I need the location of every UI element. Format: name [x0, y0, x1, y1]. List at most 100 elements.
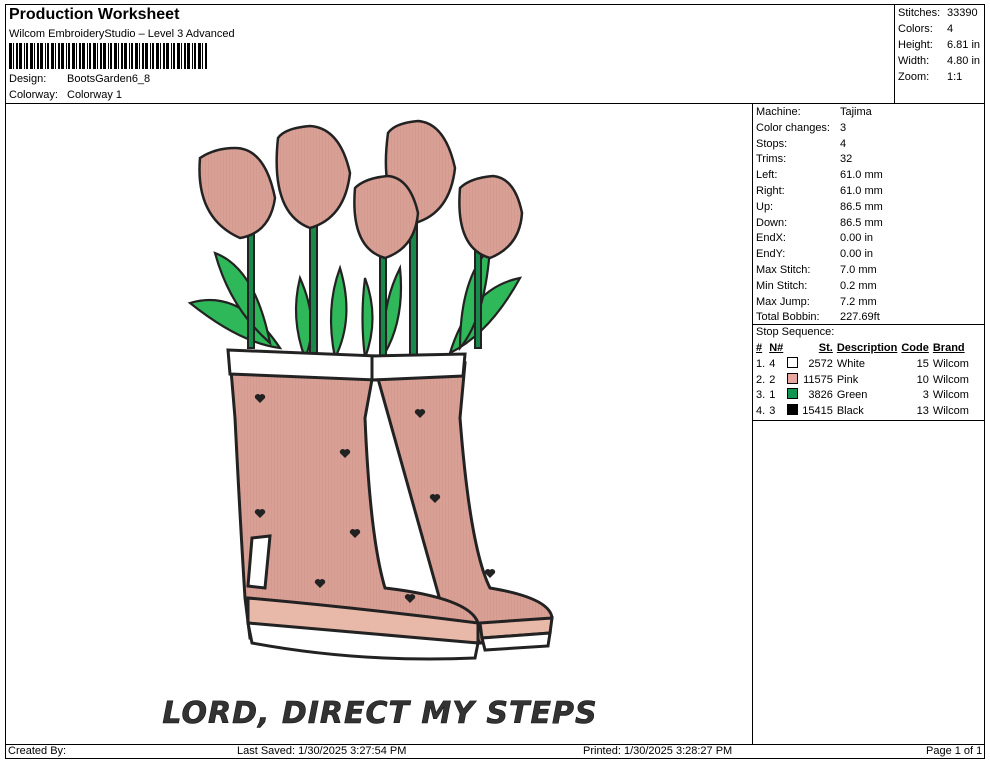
machine-label: Right: — [756, 184, 785, 197]
colorway-name: Colorway 1 — [67, 89, 123, 101]
panel-divider — [752, 103, 753, 745]
machine-value: 61.0 mm — [840, 169, 883, 182]
machine-value: 0.00 in — [840, 232, 874, 245]
stats-divider — [894, 4, 895, 103]
thread-description: Pink — [836, 373, 859, 386]
stitch-count: 3826 — [808, 389, 833, 402]
machine-value: 32 — [840, 153, 853, 166]
machine-value: 0.2 mm — [840, 279, 877, 292]
color-swatch — [785, 404, 800, 420]
machine-value: 4 — [840, 137, 847, 150]
machine-row: EndX: 0.00 in — [756, 231, 883, 247]
machine-label: Trims: — [756, 153, 787, 166]
machine-label: Up: — [756, 200, 774, 213]
footer-printed: Printed: 1/30/2025 3:28:27 PM — [583, 745, 733, 757]
machine-row: Color changes: 3 — [756, 121, 883, 137]
machine-value: Tajima — [840, 106, 872, 118]
machine-value: 7.2 mm — [840, 295, 877, 308]
machine-label: Down: — [756, 216, 788, 229]
footer-created-by: Created By: — [8, 745, 67, 757]
machine-value: 86.5 mm — [840, 200, 883, 213]
boots — [226, 348, 554, 661]
footer-page: Page 1 of 1 — [926, 745, 983, 757]
thread-brand: Wilcom — [932, 389, 969, 402]
stat-value: 4 — [947, 23, 954, 35]
machine-panel: Machine: Tajima Color changes: 3 Stops: 4 Trim… — [756, 105, 883, 326]
machine-row: EndY: 0.00 in — [756, 247, 883, 263]
stop-row: 1. 4 2572 White 15 Wilcom — [754, 356, 971, 373]
thread-brand: Wilcom — [932, 373, 969, 386]
worksheet-title: Production Worksheet — [9, 6, 180, 23]
needle-number: 4 — [769, 357, 776, 370]
stop-sequence-title: Stop Sequence: — [756, 326, 835, 338]
stat-label: Width: — [898, 55, 930, 67]
machine-row: Max Jump: 7.2 mm — [756, 295, 883, 311]
machine-row: Min Stitch: 0.2 mm — [756, 279, 883, 295]
stop-row: 3. 1 3826 Green 3 Wilcom — [754, 388, 971, 404]
machine-value: 7.0 mm — [840, 263, 877, 276]
design-name: BootsGarden6_8 — [67, 73, 151, 85]
thread-code: 3 — [922, 389, 929, 402]
machine-value: 0.00 in — [840, 248, 874, 261]
machine-row: Trims: 32 — [756, 152, 883, 168]
thread-description: Green — [836, 389, 868, 402]
machine-value: 227.69ft — [840, 311, 880, 324]
footer-last-saved: Last Saved: 1/30/2025 3:27:54 PM — [237, 745, 407, 757]
col-description: Description — [836, 342, 898, 354]
stat-value: 1:1 — [947, 71, 963, 83]
machine-row: Machine: Tajima — [756, 105, 883, 121]
thread-code: 15 — [916, 357, 929, 370]
machine-label: Stops: — [756, 137, 788, 150]
machine-label: Max Stitch: — [756, 263, 811, 276]
machine-label: Min Stitch: — [756, 279, 808, 292]
stats-panel: Stitches: 33390 Colors: 4 Height: 6.81 in Widt… — [898, 5, 980, 85]
col-code: Code — [901, 342, 929, 354]
stat-row: Colors: 4 — [898, 21, 980, 37]
stat-value: 4.80 in — [947, 55, 981, 67]
machine-row: Stops: 4 — [756, 137, 883, 153]
stop-number: 2. — [756, 373, 766, 386]
col-swatch — [785, 341, 800, 357]
machine-label: Max Jump: — [756, 295, 810, 308]
sequence-end-line — [752, 420, 985, 421]
color-swatch — [785, 356, 800, 373]
stop-number: 3. — [756, 389, 766, 402]
stitch-count: 11575 — [803, 373, 833, 386]
needle-number: 2 — [769, 373, 776, 386]
stop-number: 4. — [756, 405, 766, 418]
thread-description: Black — [836, 405, 864, 418]
machine-value: 3 — [840, 121, 847, 134]
color-swatch — [785, 388, 800, 404]
color-swatch — [785, 372, 800, 389]
stat-value: 6.81 in — [947, 39, 981, 51]
stop-number: 1. — [756, 357, 766, 370]
col-needle: N# — [769, 342, 784, 354]
stitch-count: 2572 — [808, 357, 833, 370]
design-row: Design: BootsGarden6_8 — [9, 73, 150, 85]
stat-label: Height: — [898, 39, 933, 51]
col-stitches: St. — [818, 342, 833, 354]
machine-row: Total Bobbin: 227.69ft — [756, 310, 883, 326]
machine-row: Left: 61.0 mm — [756, 168, 883, 184]
thread-code: 10 — [916, 373, 929, 386]
machine-label: EndX: — [756, 232, 786, 245]
stitch-count: 15415 — [802, 405, 833, 418]
machine-label: Color changes: — [756, 121, 830, 134]
stop-sequence-table: # N# St. Description Code Brand 1. 4 2572 W… — [754, 341, 971, 420]
machine-row: Down: 86.5 mm — [756, 216, 883, 232]
thread-brand: Wilcom — [932, 357, 969, 370]
stop-row: 2. 2 11575 Pink 10 Wilcom — [754, 372, 971, 389]
col-num: # — [756, 342, 763, 354]
stop-row: 4. 3 15415 Black 13 Wilcom — [754, 404, 971, 420]
machine-row: Max Stitch: 7.0 mm — [756, 263, 883, 279]
software-name: Wilcom EmbroideryStudio – Level 3 Advanc… — [9, 28, 235, 40]
design-label: Design: — [9, 73, 47, 85]
machine-value: 86.5 mm — [840, 216, 883, 229]
stat-label: Zoom: — [898, 71, 930, 83]
embroidery-design-preview: LORD, DIRECT MY STEPS — [162, 119, 597, 731]
stat-label: Colors: — [898, 23, 933, 35]
thread-brand: Wilcom — [932, 405, 969, 418]
machine-label: Left: — [756, 169, 778, 182]
barcode — [9, 43, 207, 69]
colorway-label: Colorway: — [9, 89, 58, 101]
